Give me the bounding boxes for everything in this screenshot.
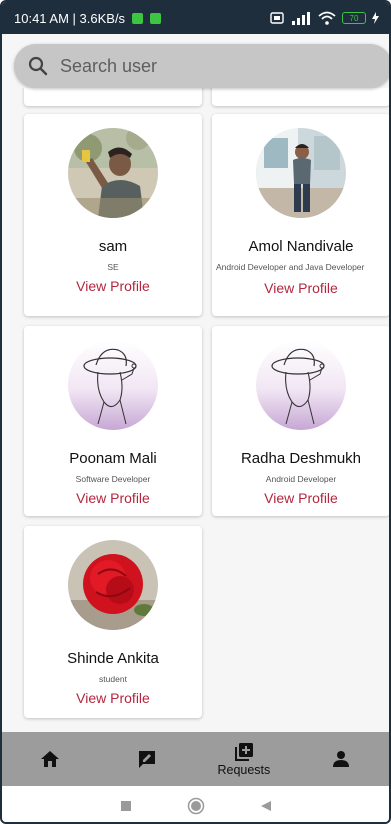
status-right: 70: [270, 11, 379, 25]
user-role: student: [99, 674, 127, 684]
user-role: Android Developer and Java Developer: [216, 262, 365, 272]
user-avatar: [68, 340, 158, 430]
home-circle-icon[interactable]: [187, 797, 205, 815]
user-name: Amol Nandivale: [248, 238, 354, 255]
user-avatar: [68, 128, 158, 218]
user-name: Poonam Mali: [69, 450, 157, 467]
user-card[interactable]: Radha Deshmukh Android Developer View Pr…: [212, 326, 389, 516]
feedback-icon: [139, 751, 156, 768]
home-icon: [41, 751, 60, 767]
battery-icon: 70: [342, 12, 366, 24]
system-navigation: [2, 786, 389, 822]
user-name: Radha Deshmukh: [240, 450, 362, 467]
search-bar[interactable]: [14, 44, 389, 88]
sim-icon: [270, 12, 284, 24]
user-card-partial: [212, 88, 389, 106]
wifi-icon: [318, 11, 336, 25]
user-avatar: [256, 340, 346, 430]
charging-icon: [372, 12, 379, 24]
search-icon: [28, 56, 48, 76]
view-profile-link[interactable]: View Profile: [264, 280, 338, 296]
signal-icon: [292, 11, 310, 25]
phone-screen: 10:41 AM | 3.6KB/s 70 Search user sam SE…: [0, 0, 391, 824]
view-profile-link[interactable]: View Profile: [76, 278, 150, 294]
user-avatar: [68, 540, 158, 630]
user-role: SE: [107, 262, 119, 272]
notification-icon-2: [150, 12, 162, 24]
user-role: Android Developer: [265, 474, 337, 484]
status-left: 10:41 AM | 3.6KB/s: [14, 11, 270, 26]
view-profile-link[interactable]: View Profile: [264, 490, 338, 506]
user-card-partial: [24, 88, 202, 106]
bottom-navigation: Requests: [2, 732, 389, 786]
notification-icon: [132, 12, 144, 24]
user-card[interactable]: Poonam Mali Software Developer View Prof…: [24, 326, 202, 516]
nav-requests[interactable]: Requests: [204, 732, 284, 786]
nav-feedback[interactable]: [107, 732, 187, 786]
user-card[interactable]: sam SE View Profile: [24, 114, 202, 316]
recent-apps-icon[interactable]: [120, 800, 132, 812]
view-profile-link[interactable]: View Profile: [76, 690, 150, 706]
status-time-speed: 10:41 AM | 3.6KB/s: [14, 10, 126, 26]
user-avatar: [256, 128, 346, 218]
nav-home[interactable]: [10, 732, 90, 786]
user-card[interactable]: Shinde Ankita student View Profile: [24, 526, 202, 718]
search-input[interactable]: [60, 55, 340, 77]
status-bar: 10:41 AM | 3.6KB/s 70: [2, 2, 389, 34]
user-name: Shinde Ankita: [67, 650, 159, 667]
user-name: sam: [98, 238, 128, 255]
user-grid[interactable]: sam SE View Profile Amol Nandivale Andro…: [2, 88, 389, 732]
nav-requests-label: Requests: [217, 762, 271, 777]
nav-profile[interactable]: [301, 732, 381, 786]
view-profile-link[interactable]: View Profile: [76, 490, 150, 506]
user-role: Software Developer: [75, 474, 151, 484]
back-icon[interactable]: [260, 800, 272, 812]
add-box-icon: [234, 742, 253, 761]
user-card[interactable]: Amol Nandivale Android Developer and Jav…: [212, 114, 389, 316]
person-icon: [332, 751, 349, 767]
